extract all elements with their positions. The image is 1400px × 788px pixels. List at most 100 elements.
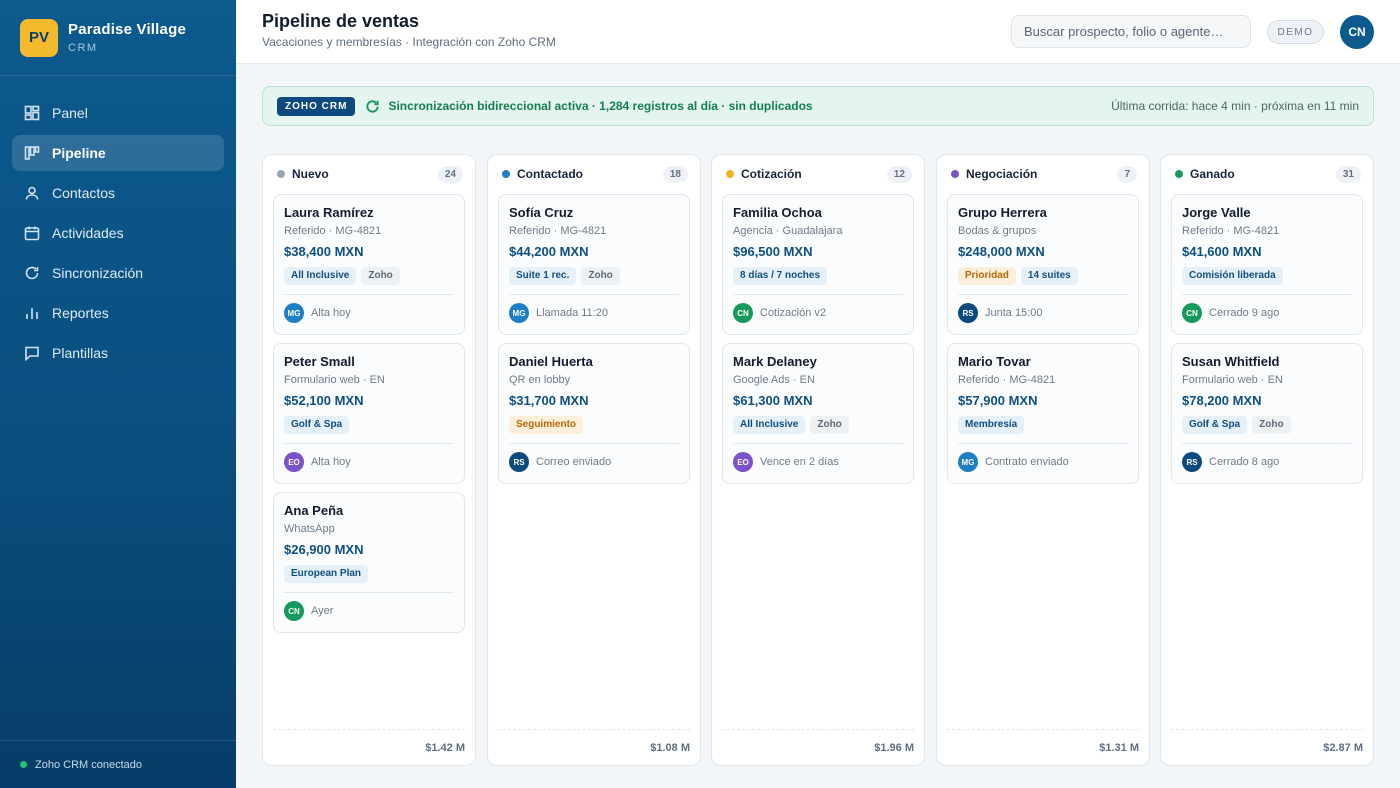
column-count-badge: 7 <box>1117 165 1137 183</box>
pipeline-column: Negociación 7 Grupo Herrera Bodas & grupos $… <box>936 154 1150 766</box>
user-icon <box>24 185 40 201</box>
column-total: $1.96 M <box>722 729 914 765</box>
brand: PV Paradise Village CRM <box>0 0 236 76</box>
deal-amount: $61,300 MXN <box>733 393 813 408</box>
deal-activity: Cerrado 8 ago <box>1209 456 1280 468</box>
deal-amount: $96,500 MXN <box>733 244 813 259</box>
deal-source: Google Ads · EN <box>733 374 815 386</box>
sidebar-item-plantillas[interactable]: Plantillas <box>12 335 224 371</box>
deal-source: QR en lobby <box>509 374 571 386</box>
pipeline-column: Nuevo 24 Laura Ramírez Referido · MG-4821 $3… <box>262 154 476 766</box>
card-divider <box>284 443 454 444</box>
deal-footer: MG Llamada 11:20 <box>509 303 608 323</box>
deal-source: Referido · MG-4821 <box>509 225 607 237</box>
sidebar-item-label: Contactos <box>52 185 116 201</box>
deal-tags: All Inclusive Zoho <box>284 267 454 285</box>
sidebar-item-label: Reportes <box>52 305 109 321</box>
deal-card[interactable]: Sofía Cruz Referido · MG-4821 $44,200 MXN S… <box>498 194 690 335</box>
column-total: $1.42 M <box>273 729 465 765</box>
sidebar-item-label: Sincronización <box>52 265 144 281</box>
deal-name: Daniel Huerta <box>509 354 593 369</box>
sidebar-item-label: Panel <box>52 105 88 121</box>
deal-amount: $31,700 MXN <box>509 393 589 408</box>
calendar-icon <box>24 225 40 241</box>
agent-avatar: RS <box>509 452 529 472</box>
tag-badge: Zoho <box>361 267 400 285</box>
tag-badge: Golf & Spa <box>1182 416 1248 434</box>
deal-card[interactable]: Laura Ramírez Referido · MG-4821 $38,400 M… <box>273 194 465 335</box>
agent-avatar: EO <box>733 452 753 472</box>
deal-card[interactable]: Mark Delaney Google Ads · EN $61,300 MXN Al… <box>722 343 914 484</box>
deal-activity: Llamada 11:20 <box>536 307 608 319</box>
card-divider <box>1182 443 1352 444</box>
zoho-crm-badge: ZOHO CRM <box>277 96 356 116</box>
deal-name: Jorge Valle <box>1182 205 1251 220</box>
sidebar-item-label: Plantillas <box>52 345 109 361</box>
card-divider <box>733 294 903 295</box>
pipeline-column: Cotización 12 Familia Ochoa Agencia · Guada… <box>711 154 925 766</box>
deal-card[interactable]: Peter Small Formulario web · EN $52,100 MX… <box>273 343 465 484</box>
deal-activity: Cerrado 9 ago <box>1209 307 1280 319</box>
deal-card[interactable]: Ana Peña WhatsApp $26,900 MXN European Plan… <box>273 492 465 633</box>
deal-activity: Correo enviado <box>536 456 612 468</box>
refresh-icon[interactable] <box>365 99 380 114</box>
column-count-badge: 24 <box>437 165 463 183</box>
deal-name: Susan Whitfield <box>1182 354 1280 369</box>
deal-source: Agencia · Guadalajara <box>733 225 843 237</box>
deal-name: Familia Ochoa <box>733 205 822 220</box>
user-avatar[interactable]: CN <box>1340 15 1374 49</box>
bar-chart-icon <box>24 305 40 321</box>
deal-amount: $78,200 MXN <box>1182 393 1262 408</box>
deal-card[interactable]: Daniel Huerta QR en lobby $31,700 MXN Segui… <box>498 343 690 484</box>
sidebar-item-contactos[interactable]: Contactos <box>12 175 224 211</box>
stage-dot-icon <box>502 170 510 178</box>
column-count-badge: 12 <box>886 165 912 183</box>
card-divider <box>733 443 903 444</box>
sidebar-item-panel[interactable]: Panel <box>12 95 224 131</box>
column-header: Negociación 7 <box>937 155 1149 193</box>
tag-badge: Membresía <box>958 416 1025 434</box>
agent-avatar: CN <box>733 303 753 323</box>
tag-badge: Zoho <box>581 267 620 285</box>
deal-amount: $26,900 MXN <box>284 542 364 557</box>
tag-badge: 8 días / 7 noches <box>733 267 828 285</box>
card-divider <box>509 294 679 295</box>
deal-tags: Golf & Spa Zoho <box>1182 416 1352 434</box>
sidebar-item-label: Pipeline <box>52 145 106 161</box>
sidebar: PV Paradise Village CRM Panel Pipeline C… <box>0 0 236 788</box>
deal-source: Formulario web · EN <box>284 374 385 386</box>
search-input[interactable] <box>1011 15 1251 48</box>
deal-card[interactable]: Jorge Valle Referido · MG-4821 $41,600 MXN… <box>1171 194 1363 335</box>
tag-badge: Comisión liberada <box>1182 267 1283 285</box>
deal-card[interactable]: Mario Tovar Referido · MG-4821 $57,900 MXN… <box>947 343 1139 484</box>
tag-badge: Golf & Spa <box>284 416 350 434</box>
tag-badge: European Plan <box>284 565 369 583</box>
card-divider <box>284 592 454 593</box>
card-divider <box>1182 294 1352 295</box>
column-header: Nuevo 24 <box>263 155 475 193</box>
connection-status-text: Zoho CRM conectado <box>35 758 142 771</box>
page-title: Pipeline de ventas <box>262 11 420 31</box>
deal-source: Referido · MG-4821 <box>284 225 382 237</box>
deal-name: Mark Delaney <box>733 354 817 369</box>
column-total: $1.31 M <box>947 729 1139 765</box>
deal-card[interactable]: Grupo Herrera Bodas & grupos $248,000 MXN P… <box>947 194 1139 335</box>
deal-amount: $38,400 MXN <box>284 244 364 259</box>
sidebar-item-reportes[interactable]: Reportes <box>12 295 224 331</box>
sync-schedule-text: Última corrida: hace 4 min · próxima en … <box>1111 99 1359 113</box>
deal-tags: Comisión liberada <box>1182 267 1352 285</box>
sidebar-item-sincronizacion[interactable]: Sincronización <box>12 255 224 291</box>
deal-source: Bodas & grupos <box>958 225 1037 237</box>
column-count-badge: 18 <box>662 165 688 183</box>
deal-card[interactable]: Familia Ochoa Agencia · Guadalajara $96,50… <box>722 194 914 335</box>
page-header: Pipeline de ventas Vacaciones y membresí… <box>236 0 1400 64</box>
sidebar-item-actividades[interactable]: Actividades <box>12 215 224 251</box>
deal-activity: Vence en 2 días <box>760 456 839 468</box>
deal-footer: RS Junta 15:00 <box>958 303 1043 323</box>
sidebar-item-pipeline[interactable]: Pipeline <box>12 135 224 171</box>
brand-logo[interactable]: PV <box>20 18 58 57</box>
deal-card[interactable]: Susan Whitfield Formulario web · EN $78,20… <box>1171 343 1363 484</box>
deal-activity: Ayer <box>311 605 334 617</box>
column-total: $1.08 M <box>498 729 690 765</box>
agent-avatar: MG <box>284 303 304 323</box>
